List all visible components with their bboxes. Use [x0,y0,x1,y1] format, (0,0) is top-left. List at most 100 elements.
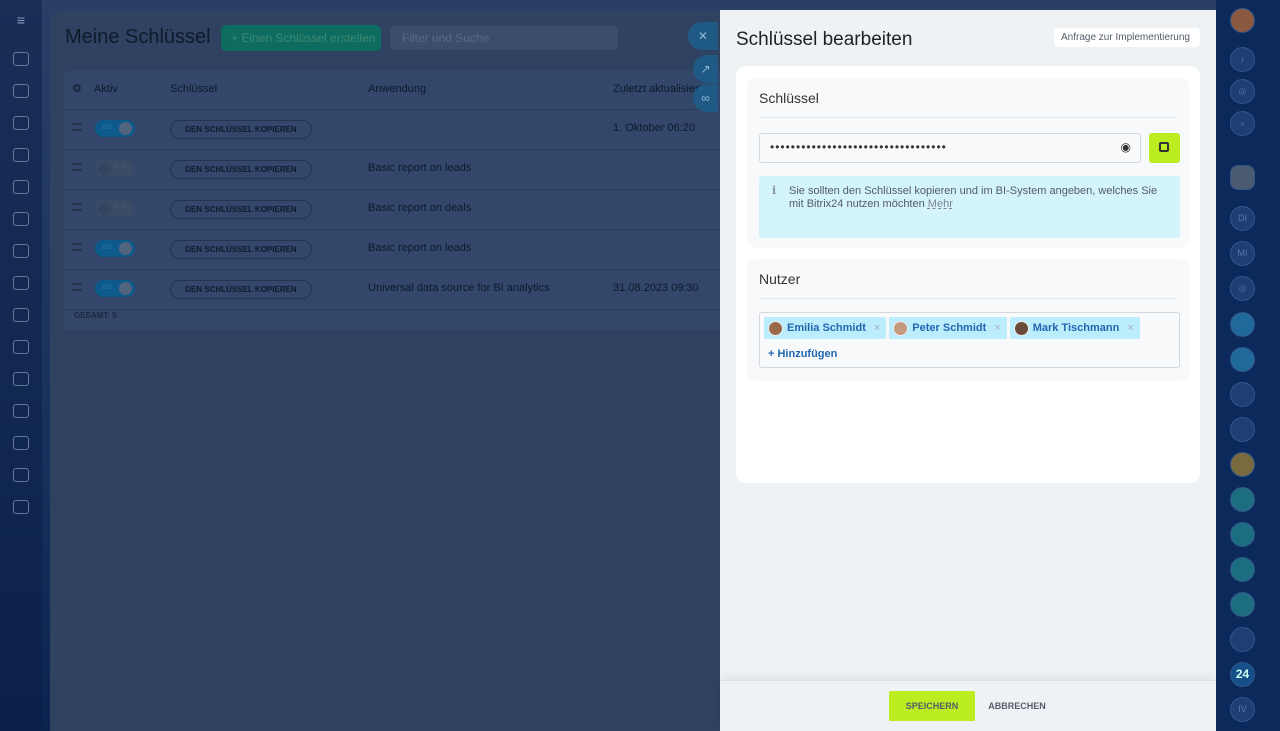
remove-icon[interactable]: × [1127,322,1133,334]
group-avatar[interactable] [1230,627,1255,652]
copy-key-button[interactable]: DEN SCHLÜSSEL KOPIEREN [170,200,312,219]
copy-key-button[interactable]: DEN SCHLÜSSEL KOPIEREN [170,240,312,259]
create-key-button[interactable]: + Einen Schlüssel erstellen [221,25,381,51]
chat-badge-mi[interactable]: MI [1230,241,1255,266]
implementation-request-button[interactable]: Anfrage zur Implementierung [1054,28,1200,47]
user-chip[interactable]: Peter Schmidt × [889,317,1007,339]
crm-icon[interactable] [13,180,29,194]
info-text: Sie sollten den Schlüssel kopieren und i… [789,185,1158,210]
chat-badge-iv[interactable]: IV [1230,697,1255,722]
drive-icon[interactable] [13,308,29,322]
bell-icon[interactable]: ♪ [1230,47,1255,72]
cart-icon[interactable] [13,436,29,450]
users-selector[interactable]: Emilia Schmidt × Peter Schmidt × Mark Tischm… [759,312,1180,368]
active-toggle[interactable]: EIN [95,120,135,137]
key-section: Schlüssel ••••••••••••••••••••••••••••••… [747,78,1190,248]
contact-avatar[interactable] [1230,165,1255,190]
copy-key-button[interactable]: DEN SCHLÜSSEL KOPIEREN [170,120,312,139]
cancel-button[interactable]: ABBRECHEN [982,691,1052,721]
table-row: AUS DEN SCHLÜSSEL KOPIEREN Basic report … [64,190,720,230]
table-row: EIN DEN SCHLÜSSEL KOPIEREN Universal dat… [64,270,720,310]
user-chip[interactable]: Mark Tischmann × [1009,317,1140,339]
group-avatar[interactable] [1230,382,1255,407]
table-row: EIN DEN SCHLÜSSEL KOPIEREN 1. Oktober 06… [64,110,720,150]
mail-icon[interactable] [13,244,29,258]
chat-badge-di[interactable]: DI [1230,206,1255,231]
user-chip[interactable]: Emilia Schmidt × [764,317,887,339]
drag-handle-icon[interactable] [72,243,82,251]
active-toggle[interactable]: EIN [95,280,135,297]
sites-icon[interactable] [13,404,29,418]
total-count: GESAMT: 5 [74,311,117,320]
feed-icon[interactable] [13,84,29,98]
active-toggle[interactable]: AUS [95,200,135,217]
right-sidebar: ♪ ◎ ⌕ DI MI ◎ 24 IV [1216,0,1280,731]
tasks-icon[interactable] [13,212,29,226]
more-link[interactable]: Mehr [928,198,953,210]
calendar-icon[interactable] [13,276,29,290]
chat-icon[interactable] [1230,312,1255,337]
table-row: EIN DEN SCHLÜSSEL KOPIEREN Basic report … [64,230,720,270]
users-section-title: Nutzer [759,271,801,287]
bitrix24-badge[interactable]: 24 [1230,662,1255,687]
col-app: Anwendung [368,83,427,95]
page-title: Meine Schlüssel [65,26,211,48]
copy-key-button[interactable]: DEN SCHLÜSSEL KOPIEREN [170,160,312,179]
group-avatar[interactable] [1230,592,1255,617]
updated-date: 31.08.2023 09:30 [613,282,699,294]
contacts-icon[interactable] [13,148,29,162]
panel-title: Schlüssel bearbeiten [736,29,913,50]
copilot-icon[interactable]: ◎ [1230,79,1255,104]
remove-icon[interactable]: × [874,322,880,334]
filter-icon[interactable] [13,340,29,354]
user-avatar[interactable] [1230,8,1255,33]
info-box: i Sie sollten den Schlüssel kopieren und … [759,176,1180,238]
save-button[interactable]: SPEICHERN [889,691,975,721]
users-section: Nutzer Emilia Schmidt × Peter Schmidt × Mark… [747,259,1190,381]
group-avatar[interactable] [1230,522,1255,547]
drag-handle-icon[interactable] [72,123,82,131]
key-section-title: Schlüssel [759,90,819,106]
left-sidebar: ≡ [0,0,42,731]
open-new-window-icon[interactable]: ↗ [693,55,718,83]
marketing-icon[interactable] [13,468,29,482]
active-toggle[interactable]: EIN [95,240,135,257]
search-chat-icon[interactable]: ⌕ [1230,111,1255,136]
copy-key-button[interactable] [1149,133,1180,163]
settings-icon[interactable]: ⚙ [72,82,82,95]
drag-handle-icon[interactable] [72,283,82,291]
table-row: AUS DEN SCHLÜSSEL KOPIEREN Basic report … [64,150,720,190]
filter-input[interactable]: Filter und Suche [390,26,618,50]
updated-date: 1. Oktober 06:20 [613,122,695,134]
menu-icon[interactable]: ≡ [0,12,42,28]
application-name: Basic report on leads [368,242,472,254]
edit-key-panel: Schlüssel bearbeiten Anfrage zur Impleme… [730,13,1201,483]
copy-link-icon[interactable]: ∞ [693,84,718,112]
drag-handle-icon[interactable] [72,163,82,171]
hide-eye-icon[interactable]: ◉ [1121,140,1132,154]
group-avatar[interactable] [1230,557,1255,582]
document-icon[interactable] [13,116,29,130]
panel-content: Schlüssel ••••••••••••••••••••••••••••••… [736,66,1200,483]
key-input[interactable]: •••••••••••••••••••••••••••••••••• ◉ [759,133,1141,163]
add-user-button[interactable]: + Hinzufügen [768,348,1175,360]
keys-page: Meine Schlüssel + Einen Schlüssel erstel… [50,10,720,731]
drag-handle-icon[interactable] [72,203,82,211]
group-avatar[interactable] [1230,487,1255,512]
copy-key-button[interactable]: DEN SCHLÜSSEL KOPIEREN [170,280,312,299]
group-avatar[interactable] [1230,417,1255,442]
active-toggle[interactable]: AUS [95,160,135,177]
avatar [893,320,909,336]
task-chat-icon[interactable] [1230,347,1255,372]
channel-icon[interactable]: ◎ [1230,276,1255,301]
copy-icon [1159,142,1169,152]
sign-icon[interactable] [13,372,29,386]
home-icon[interactable] [13,52,29,66]
remove-icon[interactable]: × [994,322,1000,334]
analytics-icon[interactable] [13,500,29,514]
group-avatar[interactable] [1230,452,1255,477]
col-key: Schlüssel [170,83,218,95]
close-button[interactable]: ✕ [688,22,718,50]
avatar [768,320,783,336]
avatar [1013,320,1029,336]
